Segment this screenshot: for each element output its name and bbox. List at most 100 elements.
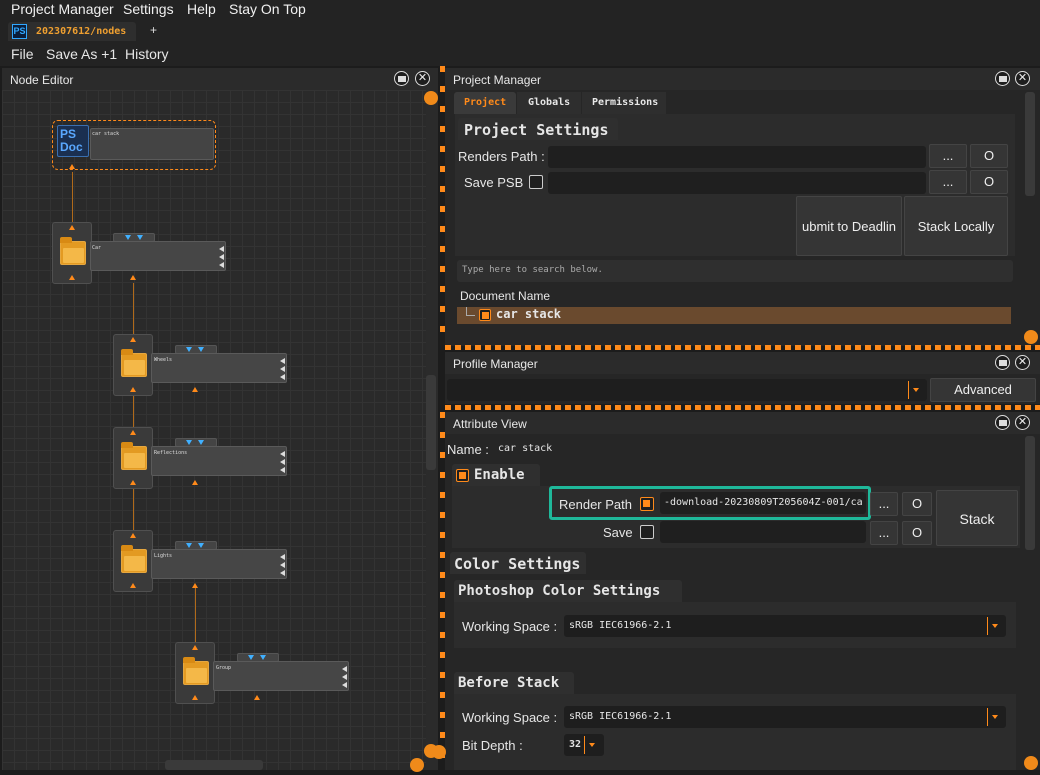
bit-depth-label: Bit Depth : xyxy=(462,738,523,753)
input-port[interactable] xyxy=(130,430,136,435)
output-port[interactable] xyxy=(192,695,198,700)
side-port[interactable] xyxy=(219,262,224,268)
close-icon[interactable]: ✕ xyxy=(1015,415,1030,430)
close-icon[interactable]: ✕ xyxy=(415,71,430,86)
output-port[interactable] xyxy=(192,583,198,588)
output-port[interactable] xyxy=(254,695,260,700)
save-open-button[interactable]: O xyxy=(902,521,932,545)
splitter[interactable] xyxy=(445,405,1040,410)
output-port[interactable] xyxy=(130,275,136,280)
stack-locally-button[interactable]: Stack Locally xyxy=(904,196,1008,256)
save-psb-open-button[interactable]: O xyxy=(970,170,1008,194)
dock-handle[interactable] xyxy=(432,745,446,759)
output-port[interactable] xyxy=(69,164,75,169)
add-tab-button[interactable]: + xyxy=(150,23,162,37)
menu-help[interactable]: Help xyxy=(187,1,216,17)
menu-save-as-plus-one[interactable]: Save As +1 xyxy=(46,46,117,62)
input-port[interactable] xyxy=(130,533,136,538)
submit-to-deadline-button[interactable]: ubmit to Deadlin xyxy=(796,196,902,256)
side-port[interactable] xyxy=(280,358,285,364)
save-browse-button[interactable]: ... xyxy=(870,521,898,545)
render-path-browse-button[interactable]: ... xyxy=(870,492,898,516)
chevron-down-icon[interactable] xyxy=(908,381,922,399)
bs-working-space-label: Working Space : xyxy=(462,710,558,725)
chevron-down-icon[interactable] xyxy=(987,617,1001,635)
side-port[interactable] xyxy=(219,254,224,260)
save-psb-checkbox[interactable] xyxy=(529,175,543,189)
save-psb-input[interactable] xyxy=(548,172,926,194)
side-port[interactable] xyxy=(280,554,285,560)
tree-item-checkbox[interactable] xyxy=(479,309,491,321)
profile-select[interactable] xyxy=(447,379,927,401)
menu-file[interactable]: File xyxy=(11,46,34,62)
output-port[interactable] xyxy=(192,387,198,392)
input-port[interactable] xyxy=(125,235,131,240)
save-path-input[interactable] xyxy=(660,521,866,543)
renders-path-input[interactable] xyxy=(548,146,926,168)
stack-button[interactable]: Stack xyxy=(936,490,1018,546)
renders-path-label: Renders Path : xyxy=(458,149,545,164)
input-port[interactable] xyxy=(186,347,192,352)
output-port[interactable] xyxy=(130,480,136,485)
close-icon[interactable]: ✕ xyxy=(1015,355,1030,370)
node-editor-hscroll[interactable] xyxy=(165,760,263,770)
chevron-down-icon[interactable] xyxy=(987,708,1001,726)
project-manager-vscroll[interactable] xyxy=(1025,92,1035,196)
renders-path-browse-button[interactable]: ... xyxy=(929,144,967,168)
float-panel-icon[interactable] xyxy=(995,355,1010,370)
render-path-open-button[interactable]: O xyxy=(902,492,932,516)
chevron-down-icon[interactable] xyxy=(584,736,598,754)
side-port[interactable] xyxy=(342,674,347,680)
output-port[interactable] xyxy=(192,480,198,485)
output-port[interactable] xyxy=(69,275,75,280)
node-label: Wheels xyxy=(154,357,173,363)
advanced-button[interactable]: Advanced xyxy=(930,378,1036,402)
tree-column-header: Document Name xyxy=(460,289,551,303)
side-port[interactable] xyxy=(280,374,285,380)
dock-handle[interactable] xyxy=(410,758,424,772)
renders-path-open-button[interactable]: O xyxy=(970,144,1008,168)
menu-stay-on-top[interactable]: Stay On Top xyxy=(229,1,306,17)
output-port[interactable] xyxy=(130,387,136,392)
node-editor-vscroll[interactable] xyxy=(426,375,436,470)
node-wire xyxy=(72,172,73,224)
float-panel-icon[interactable] xyxy=(995,71,1010,86)
input-port[interactable] xyxy=(69,225,75,230)
side-port[interactable] xyxy=(280,570,285,576)
side-port[interactable] xyxy=(342,666,347,672)
input-port[interactable] xyxy=(260,655,266,660)
output-port[interactable] xyxy=(130,583,136,588)
float-panel-icon[interactable] xyxy=(995,415,1010,430)
side-port[interactable] xyxy=(280,467,285,473)
tab-globals-label: Globals xyxy=(528,97,571,108)
input-port[interactable] xyxy=(186,440,192,445)
side-port[interactable] xyxy=(280,451,285,457)
float-panel-icon[interactable] xyxy=(394,71,409,86)
dock-handle[interactable] xyxy=(1024,756,1038,770)
splitter[interactable] xyxy=(445,345,1040,350)
side-port[interactable] xyxy=(280,366,285,372)
close-icon[interactable]: ✕ xyxy=(1015,71,1030,86)
input-port[interactable] xyxy=(248,655,254,660)
input-port[interactable] xyxy=(192,645,198,650)
save-psb-browse-button[interactable]: ... xyxy=(929,170,967,194)
enable-checkbox[interactable] xyxy=(456,469,469,482)
menu-settings[interactable]: Settings xyxy=(123,1,174,17)
save-checkbox[interactable] xyxy=(640,525,654,539)
input-port[interactable] xyxy=(137,235,143,240)
input-port[interactable] xyxy=(186,543,192,548)
dock-handle[interactable] xyxy=(1024,330,1038,344)
side-port[interactable] xyxy=(219,246,224,252)
input-port[interactable] xyxy=(130,337,136,342)
menu-history[interactable]: History xyxy=(125,46,169,62)
side-port[interactable] xyxy=(280,459,285,465)
attribute-view-vscroll[interactable] xyxy=(1025,436,1035,550)
side-port[interactable] xyxy=(280,562,285,568)
menu-project-manager[interactable]: Project Manager xyxy=(11,1,114,17)
input-port[interactable] xyxy=(198,543,204,548)
input-port[interactable] xyxy=(198,440,204,445)
side-port[interactable] xyxy=(342,682,347,688)
dock-handle[interactable] xyxy=(424,91,438,105)
input-port[interactable] xyxy=(198,347,204,352)
render-path-checkbox[interactable] xyxy=(640,497,654,511)
